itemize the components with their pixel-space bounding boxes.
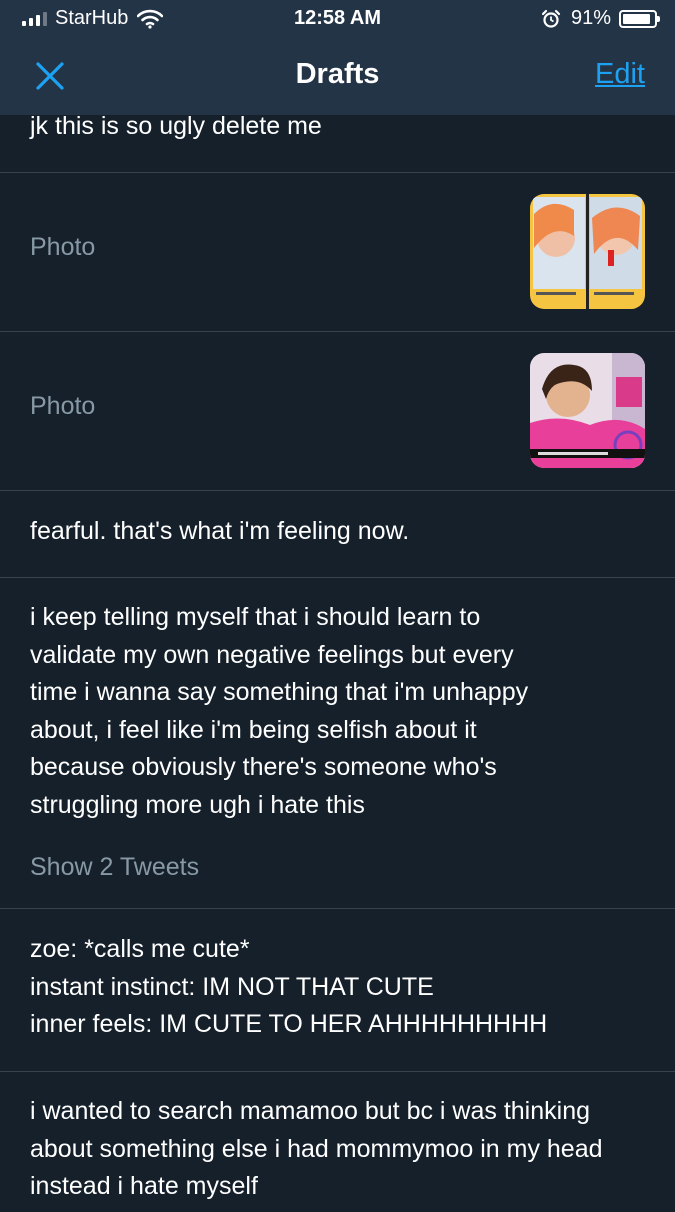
draft-item[interactable]: i wanted to search mamamoo but bc i was … — [0, 1072, 675, 1212]
photo-thumbnail — [530, 353, 645, 468]
battery-fill — [623, 13, 650, 24]
draft-item[interactable]: zoe: *calls me cute* instant instinct: I… — [0, 909, 675, 1072]
drafts-list: jk this is so ugly delete me Photo Photo — [0, 112, 675, 1212]
draft-text: fearful. that's what i'm feeling now. — [30, 517, 410, 545]
show-thread-button[interactable]: Show 2 Tweets — [0, 853, 229, 882]
alarm-icon — [541, 9, 561, 28]
draft-text: i keep telling myself that i should lear… — [30, 603, 536, 819]
battery-percent: 91% — [570, 7, 611, 29]
draft-item-photo[interactable]: Photo — [0, 332, 675, 491]
status-right: 91% — [541, 7, 660, 30]
draft-item-photo[interactable]: Photo — [0, 173, 675, 332]
draft-text: zoe: *calls me cute* instant instinct: I… — [30, 935, 548, 1038]
draft-item[interactable]: jk this is so ugly delete me — [0, 112, 675, 173]
status-bar: StarHub 12:58 AM 91% — [0, 0, 675, 38]
draft-photo-label: Photo — [30, 233, 96, 261]
draft-photo-label: Photo — [30, 392, 96, 420]
nav-bar: Drafts Edit — [0, 38, 675, 115]
battery-icon — [619, 9, 660, 28]
draft-item[interactable]: fearful. that's what i'm feeling now. — [0, 491, 675, 578]
draft-item[interactable]: i keep telling myself that i should lear… — [0, 578, 675, 909]
top-bar: StarHub 12:58 AM 91% Drafts Edit — [0, 0, 675, 115]
page-title: Drafts — [295, 58, 380, 90]
edit-button[interactable]: Edit — [595, 58, 645, 91]
photo-thumbnail — [530, 194, 645, 309]
draft-text: i wanted to search mamamoo but bc i was … — [30, 1097, 610, 1200]
